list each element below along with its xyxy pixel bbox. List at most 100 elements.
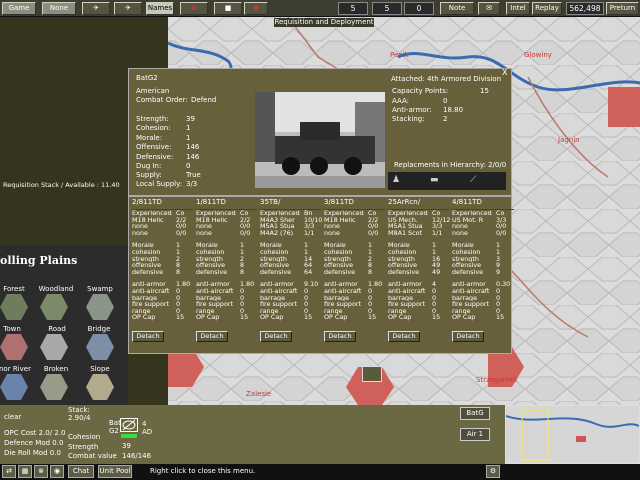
combat-value: 146/146: [122, 452, 152, 460]
unit-stat-row: range 0: [196, 308, 258, 315]
unit-stat-label: OP Cap: [196, 314, 220, 321]
unit-stat-row: range 0: [452, 308, 514, 315]
unit-stat-label: anti-aircraft: [132, 287, 170, 295]
stat-value: 1: [186, 124, 191, 132]
unit-stat-value: 15: [432, 313, 441, 322]
eye-icon[interactable]: ◉: [244, 2, 268, 15]
unit-stat-row: fire support 0: [260, 301, 322, 308]
unit-stat-label: Experienced: [324, 210, 364, 217]
detach-button[interactable]: Detach: [388, 330, 420, 342]
unit-stat-row: range 0: [260, 308, 322, 315]
unit-stat-value: 64: [304, 267, 313, 276]
unit-stat-label: barrage: [452, 294, 478, 302]
plane-icon[interactable]: ✈: [82, 2, 110, 15]
stat-value: 3/3: [186, 180, 198, 188]
note-button[interactable]: Note: [440, 2, 474, 15]
unit-stat-label: anti-armor: [324, 281, 358, 288]
unit-column: 25ArRcn/Experienced Co US Mech. 12/12 M5A1 S…: [388, 198, 450, 342]
names-toggle-button[interactable]: Names: [146, 2, 174, 15]
unit-stat-row: strength 2: [324, 255, 386, 263]
map-unit-counter[interactable]: [362, 366, 382, 382]
unit-stat-row: anti-aircraft 0: [260, 288, 322, 295]
none-button[interactable]: None: [42, 2, 76, 15]
unit-stat-label: defensive: [388, 268, 420, 276]
unit-stat-label: barrage: [260, 294, 286, 302]
detach-button[interactable]: Detach: [260, 330, 292, 342]
detach-button[interactable]: Detach: [452, 330, 484, 342]
unit-column: 3/811TD Experienced Co M18 Hellc 2/2 none 0/0 n…: [324, 198, 386, 342]
unit-stat-value: 0/0: [496, 228, 507, 237]
unit-stat-label: anti-aircraft: [324, 287, 362, 295]
air-button[interactable]: Air 1: [460, 428, 490, 441]
unit-column-title: 3/811TD: [324, 198, 386, 210]
square-icon[interactable]: ■: [214, 2, 242, 15]
requisition-title: Requisition and Deployment: [274, 18, 374, 27]
flower-icon[interactable]: ✿: [180, 2, 208, 15]
unit-stat-row: none 0/0: [452, 230, 514, 237]
replay-button[interactable]: Replay: [532, 2, 562, 15]
swap-icon[interactable]: ⇄: [2, 465, 16, 478]
envelope-icon[interactable]: ✉: [478, 2, 500, 15]
unit-stat-value: 9: [496, 267, 501, 276]
detach-button[interactable]: Detach: [324, 330, 356, 342]
detach-button[interactable]: Detach: [196, 330, 228, 342]
unit-stat-row: anti-armor 4: [388, 281, 450, 288]
close-icon[interactable]: X: [502, 68, 507, 77]
unit-column-title: 4/811TD: [452, 198, 514, 210]
cohesion-label: Cohesion: [68, 433, 101, 441]
batg-button[interactable]: BatG: [460, 407, 490, 420]
unit-stat-label: OP Cap: [132, 314, 156, 321]
minimap[interactable]: [505, 405, 640, 464]
detach-button[interactable]: Detach: [132, 330, 164, 342]
unit-stat-label: anti-aircraft: [388, 287, 426, 295]
unit-stat-value: 15: [240, 313, 249, 322]
town-label: Zalesie: [246, 390, 272, 398]
status-hint: Right click to close this menu.: [150, 467, 256, 475]
right-stat-value: 18.80: [443, 106, 464, 114]
unit-pool-button[interactable]: Unit Pool: [98, 465, 132, 478]
unit-symbol-icon: [120, 418, 138, 432]
unit-stat-label: offensive: [388, 262, 418, 269]
settings-icon[interactable]: ⚙: [486, 465, 500, 478]
unit-stat-label: offensive: [196, 262, 226, 269]
unit-stat-label: anti-armor: [452, 281, 486, 288]
unit-stat-label: none: [324, 223, 340, 230]
unit-stat-value: 8: [240, 267, 245, 276]
unit-stat-label: range: [260, 307, 279, 315]
infantry-count: 5: [338, 2, 368, 15]
unit-stat-value: 15: [496, 313, 505, 322]
chat-button[interactable]: Chat: [68, 465, 94, 478]
unit-stat-row: fire support 0: [452, 301, 514, 308]
unit-stat-value: 8: [176, 267, 181, 276]
aircraft-icon[interactable]: ✈: [114, 2, 142, 15]
unit-column: 1/811TD Experienced Co M18 Hellc 2/2 none 0/0 n…: [196, 198, 258, 342]
unit-name: BatG2: [136, 74, 158, 82]
intel-button[interactable]: Intel: [506, 2, 530, 15]
unit-stat-row: cohesion 1: [260, 249, 322, 256]
view-icon[interactable]: ◉: [50, 465, 64, 478]
unit-stat-row: Morale 1: [260, 242, 322, 249]
unit-stat-row: anti-aircraft 0: [452, 288, 514, 295]
preturn-button[interactable]: Preturn: [606, 2, 639, 15]
unit-stat-value: 1/1: [432, 228, 443, 237]
game-menu-button[interactable]: Game: [2, 2, 36, 15]
unit-stat-label: strength: [132, 255, 159, 263]
unit-stat-label: offensive: [324, 262, 354, 269]
unit-stat-label: barrage: [132, 294, 158, 302]
terrain-label: Forest: [3, 285, 25, 293]
unit-stat-label: US Mech.: [388, 216, 418, 224]
stat-label: Supply:: [136, 171, 162, 179]
unit-stat-value: 0/0: [240, 228, 251, 237]
grid-icon[interactable]: ▦: [18, 465, 32, 478]
unit-stat-row: defensive 9: [452, 269, 514, 276]
target-icon[interactable]: ⊗: [34, 465, 48, 478]
unit-stat-row: cohesion 1: [196, 249, 258, 256]
unit-stat-label: Morale: [388, 242, 410, 249]
unit-stat-label: range: [132, 307, 151, 315]
unit-stat-value: 0/0: [176, 228, 187, 237]
unit-stat-label: Morale: [196, 242, 218, 249]
unit-stat-row: cohesion 1: [388, 249, 450, 256]
